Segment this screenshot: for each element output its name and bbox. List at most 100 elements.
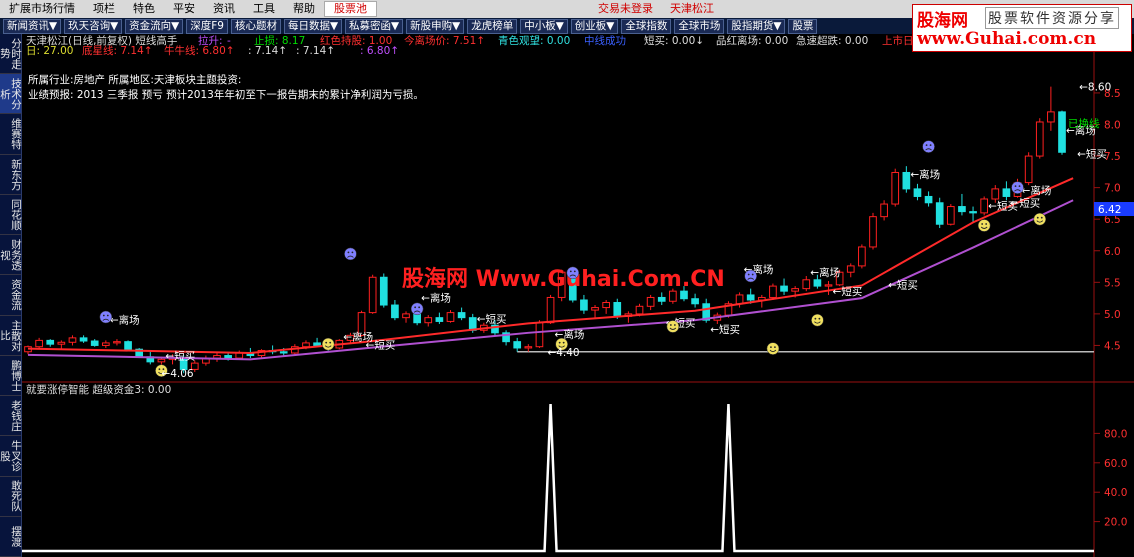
side-tab-tonghuashun[interactable]: 同花顺 bbox=[0, 195, 22, 236]
ma-value-1: : 7.14↑ bbox=[248, 45, 287, 57]
low-price-label-2: ←4.40 bbox=[547, 347, 579, 359]
candle-body bbox=[657, 296, 666, 302]
candle bbox=[124, 340, 132, 351]
tb-ipo[interactable]: 新股申购▼ bbox=[406, 18, 465, 34]
tb-news[interactable]: 新闻资讯▼ bbox=[3, 18, 62, 34]
side-tab-timeshare[interactable]: 分时走势 bbox=[0, 34, 22, 75]
candle-body bbox=[980, 198, 989, 214]
exit-label: ←离场 bbox=[110, 313, 140, 326]
candle-body bbox=[524, 346, 533, 349]
menu-pingan[interactable]: 平安 bbox=[164, 0, 204, 18]
tb-jiutian[interactable]: 玖天咨询▼ bbox=[64, 18, 123, 34]
candle-body bbox=[991, 188, 1000, 200]
short-buy-label: ←短买 bbox=[477, 313, 507, 326]
candle-body bbox=[813, 279, 822, 287]
tb-global-market[interactable]: 全球市场 bbox=[674, 18, 725, 34]
day-value: 日: 27.00 bbox=[26, 45, 73, 57]
tb-fund-flow[interactable]: 资金流向▼ bbox=[125, 18, 184, 34]
exit-price-value: 今离场价: 7.51↑ bbox=[404, 34, 485, 47]
tb-sme[interactable]: 中小板▼ bbox=[520, 18, 568, 34]
tb-dragon-tiger[interactable]: 龙虎榜单 bbox=[467, 18, 518, 34]
candle-body bbox=[924, 195, 933, 204]
tb-gem[interactable]: 创业板▼ bbox=[570, 18, 619, 34]
price-tick-label: 8.0 bbox=[1104, 120, 1121, 132]
tb-private-letter[interactable]: 私募密函▼ bbox=[345, 18, 404, 34]
side-tab-pengboshi[interactable]: 鹏博士 bbox=[0, 356, 22, 397]
candle bbox=[891, 168, 900, 207]
menu-tools[interactable]: 工具 bbox=[244, 0, 284, 18]
candle-body bbox=[46, 339, 55, 345]
candle-body bbox=[435, 317, 444, 322]
candle-body bbox=[90, 340, 99, 346]
tb-futures[interactable]: 股指期货▼ bbox=[727, 18, 786, 34]
candle-body bbox=[691, 298, 699, 305]
short-buy-label: ←短买 bbox=[833, 285, 863, 298]
candle-body bbox=[402, 313, 410, 319]
tb-core-theme[interactable]: 核心题材 bbox=[230, 18, 281, 34]
ma-value-3: : 6.80↑ bbox=[360, 45, 399, 57]
side-tab-technical[interactable]: 技术分析 bbox=[0, 74, 22, 115]
menu-stock-pool[interactable]: 股票池 bbox=[324, 1, 377, 17]
side-tab-niucha[interactable]: 牛叉诊股 bbox=[0, 436, 22, 477]
candle-body bbox=[580, 299, 588, 311]
candle-body bbox=[457, 312, 466, 319]
side-tab-baidu[interactable]: 摆渡 bbox=[0, 517, 22, 557]
indicator-header: 就要涨停智能 超级资金3: 0.00 bbox=[26, 383, 171, 396]
smiley-face-icon bbox=[321, 337, 335, 351]
candle bbox=[1035, 118, 1044, 159]
candle-body bbox=[646, 296, 655, 307]
current-price-tag: 6.42 bbox=[1094, 202, 1134, 216]
menu-special[interactable]: 特色 bbox=[124, 0, 164, 18]
exit-label: ←离场 bbox=[910, 168, 940, 181]
candle-body bbox=[635, 305, 644, 315]
menu-news[interactable]: 资讯 bbox=[204, 0, 244, 18]
price-tick-label: 7.0 bbox=[1104, 183, 1121, 195]
smiley-face-icon bbox=[666, 320, 680, 333]
tb-global-index[interactable]: 全球指数 bbox=[621, 18, 672, 34]
candle-body bbox=[869, 216, 877, 248]
side-tab-main-retail[interactable]: 主散对比 bbox=[0, 316, 22, 356]
candle-body bbox=[902, 171, 911, 190]
tb-daily-data[interactable]: 每日数据▼ bbox=[283, 18, 343, 34]
candle bbox=[980, 196, 989, 216]
side-tab-finance[interactable]: 财务透视 bbox=[0, 235, 22, 276]
candle-body bbox=[802, 279, 811, 290]
magenta-exit-value: 品红离场: 0.00 bbox=[716, 34, 788, 47]
tb-stocks[interactable]: 股票 bbox=[788, 18, 818, 34]
price-tick-label: 5.5 bbox=[1104, 277, 1121, 289]
menu-help[interactable]: 帮助 bbox=[284, 0, 324, 18]
candle-body bbox=[79, 337, 88, 342]
candle bbox=[368, 274, 377, 314]
side-tab-fund-flow[interactable]: 资金流 bbox=[0, 275, 22, 316]
candle-body bbox=[1035, 121, 1044, 157]
side-tab-laoqianzhuang[interactable]: 老钱庄 bbox=[0, 396, 22, 437]
listing-day: 上市日 bbox=[882, 34, 914, 47]
tb-f9[interactable]: 深度F9 bbox=[186, 18, 228, 34]
sharp-drop-value: 急速超跌: 0.00 bbox=[796, 34, 868, 47]
side-tab-weisaite[interactable]: 维赛特 bbox=[0, 114, 22, 155]
side-tab-xindongfang[interactable]: 新东方 bbox=[0, 155, 22, 195]
candle-body bbox=[891, 171, 900, 205]
candle-body bbox=[113, 341, 121, 344]
stock-chart[interactable]: 4.55.05.56.06.57.07.58.08.5 20.040.060.0… bbox=[22, 34, 1134, 557]
candle-body bbox=[379, 276, 388, 306]
cyan-watch-value: 青色观望: 0.00 bbox=[498, 34, 570, 47]
candle-body bbox=[680, 290, 688, 300]
candle-body bbox=[535, 322, 544, 348]
forecast-info: 业绩预报: 2013 三季报 预亏 预计2013年年初至下一报告期末的累计净利润… bbox=[28, 88, 424, 101]
candle-body bbox=[1024, 155, 1033, 184]
menu-extended-market[interactable]: 扩展市场行情 bbox=[0, 0, 84, 18]
industry-info: 所属行业:房地产 所属地区:天津板块主题投资: bbox=[28, 73, 241, 86]
short-buy-value: 短买: 0.00↓ bbox=[644, 34, 704, 47]
candle bbox=[546, 294, 555, 324]
candle-body bbox=[302, 342, 310, 348]
candle-body bbox=[68, 337, 77, 343]
trade-login-status[interactable]: 交易未登录 bbox=[598, 0, 653, 18]
candle-body bbox=[224, 355, 232, 359]
menu-toolbar[interactable]: 项栏 bbox=[84, 0, 124, 18]
watermark: 股海网 Www.Guhai.Com.CN bbox=[402, 266, 725, 292]
side-tab-gansidui[interactable]: 敢死队 bbox=[0, 477, 22, 517]
candle-body bbox=[424, 317, 433, 324]
candle-body bbox=[35, 339, 43, 348]
candle bbox=[1058, 110, 1066, 155]
